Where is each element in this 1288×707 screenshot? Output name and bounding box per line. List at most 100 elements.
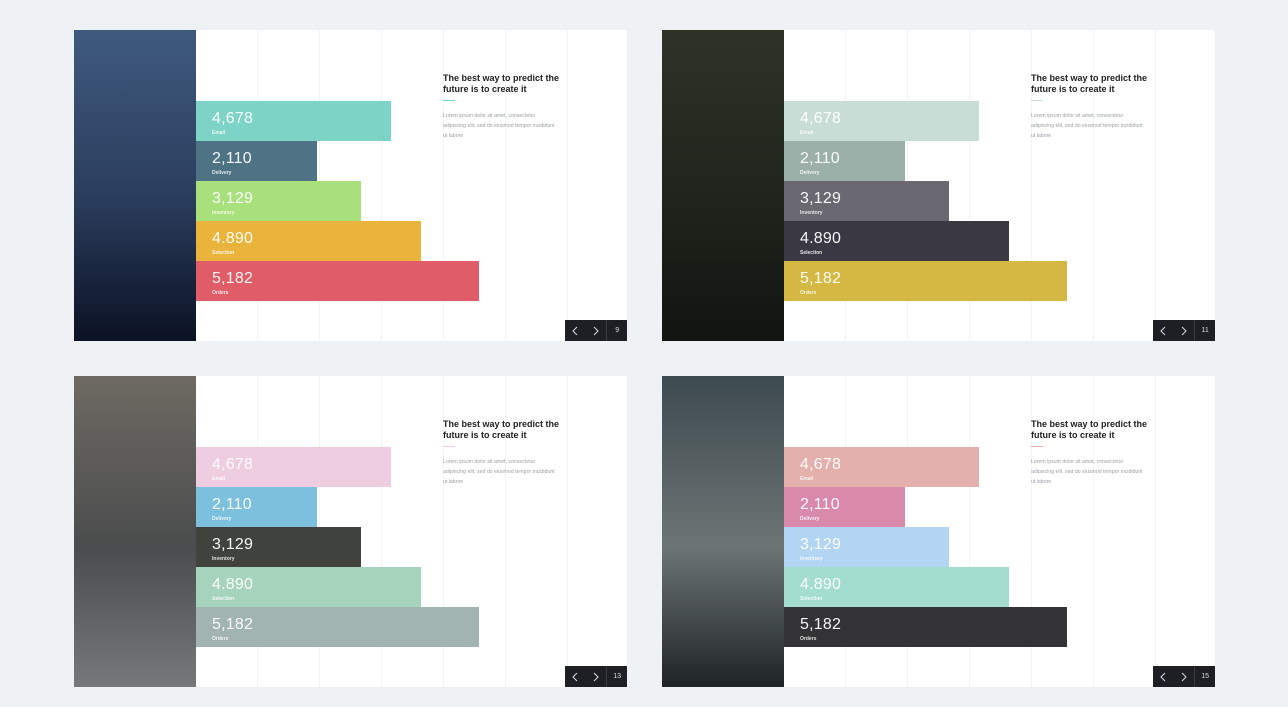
chart-bar: 5,182 Orders (196, 607, 479, 647)
bar-label: Delivery (212, 516, 232, 522)
bar-label: Delivery (800, 516, 820, 522)
slide-body-text: Lorem ipsum dolor sit amet, consectetur … (1031, 113, 1143, 139)
bar-label: Inventory (212, 556, 235, 562)
chevron-left-icon (572, 326, 578, 335)
page-number: 9 (606, 320, 627, 341)
chevron-left-icon (1160, 672, 1166, 681)
chevron-right-icon (1181, 326, 1187, 335)
slide-card[interactable]: 4,678 Email 2,110 Delivery 3,129 Inventory 4.8… (74, 376, 627, 687)
heading-underline (1031, 446, 1043, 447)
slide-card[interactable]: 4,678 Email 2,110 Delivery 3,129 Inventory 4.8… (662, 376, 1215, 687)
slide-pager: 13 (565, 666, 627, 687)
heading-underline (443, 446, 455, 447)
bar-value: 4,678 (800, 456, 842, 473)
bar-label: Orders (212, 290, 229, 296)
bar-chart: 4,678 Email 2,110 Delivery 3,129 Inventory 4.8… (196, 447, 479, 647)
slide-card[interactable]: 4,678 Email 2,110 Delivery 3,129 Inventory 4.8… (74, 30, 627, 341)
bar-value: 3,129 (800, 190, 842, 207)
bar-label: Orders (800, 290, 817, 296)
slide-heading: The best way to predict the future is to… (1031, 419, 1148, 440)
bar-label: Orders (212, 636, 229, 642)
heading-underline (443, 100, 455, 101)
next-button[interactable] (1174, 320, 1195, 341)
slide-photo (662, 30, 784, 341)
chevron-right-icon (593, 672, 599, 681)
bar-value: 3,129 (212, 190, 254, 207)
slide-heading: The best way to predict the future is to… (443, 73, 560, 94)
chart-bar: 3,129 Inventory (784, 181, 949, 221)
chart-bar: 2,110 Delivery (196, 141, 317, 181)
bar-label: Delivery (800, 170, 820, 176)
slide-pager: 15 (1153, 666, 1215, 687)
chart-bar: 4.890 Selection (784, 221, 1009, 261)
chart-bar: 2,110 Delivery (784, 487, 905, 527)
chart-bar: 4.890 Selection (196, 221, 421, 261)
chart-bar: 4,678 Email (784, 101, 979, 141)
bar-value: 5,182 (212, 270, 254, 287)
slide-photo (74, 30, 196, 341)
slide-body-text: Lorem ipsum dolor sit amet, consectetur … (443, 113, 555, 139)
bar-label: Email (212, 476, 226, 482)
chart-bar: 4.890 Selection (196, 567, 421, 607)
bar-value: 3,129 (212, 536, 254, 553)
chevron-left-icon (1160, 326, 1166, 335)
bar-value: 4,678 (212, 456, 254, 473)
prev-button[interactable] (1153, 666, 1174, 687)
chart-bar: 5,182 Orders (784, 261, 1067, 301)
bar-value: 2,110 (212, 150, 252, 167)
next-button[interactable] (1174, 666, 1195, 687)
slide-photo (662, 376, 784, 687)
chart-bar: 3,129 Inventory (784, 527, 949, 567)
prev-button[interactable] (565, 666, 586, 687)
next-button[interactable] (586, 666, 607, 687)
bar-value: 2,110 (212, 496, 252, 513)
bar-label: Inventory (800, 210, 823, 216)
page-number: 13 (606, 666, 627, 687)
chart-bar: 4.890 Selection (784, 567, 1009, 607)
bar-label: Email (212, 130, 226, 136)
slide-body-text: Lorem ipsum dolor sit amet, consectetur … (443, 459, 555, 485)
next-button[interactable] (586, 320, 607, 341)
bar-label: Delivery (212, 170, 232, 176)
bar-value: 2,110 (800, 150, 840, 167)
bar-label: Selection (800, 596, 823, 602)
slide-pager: 11 (1153, 320, 1215, 341)
bar-value: 2,110 (800, 496, 840, 513)
chart-bar: 4,678 Email (784, 447, 979, 487)
chart-bar: 2,110 Delivery (784, 141, 905, 181)
page-number: 11 (1194, 320, 1215, 341)
chevron-left-icon (572, 672, 578, 681)
prev-button[interactable] (565, 320, 586, 341)
chart-bar: 3,129 Inventory (196, 181, 361, 221)
chart-bar: 3,129 Inventory (196, 527, 361, 567)
chart-bar: 2,110 Delivery (196, 487, 317, 527)
bar-value: 3,129 (800, 536, 842, 553)
bar-value: 4.890 (800, 576, 842, 593)
bar-chart: 4,678 Email 2,110 Delivery 3,129 Inventory 4.8… (784, 101, 1067, 301)
bar-label: Inventory (800, 556, 823, 562)
chevron-right-icon (1181, 672, 1187, 681)
chart-bar: 5,182 Orders (784, 607, 1067, 647)
bar-value: 4,678 (212, 110, 254, 127)
bar-chart: 4,678 Email 2,110 Delivery 3,129 Inventory 4.8… (784, 447, 1067, 647)
bar-value: 4.890 (800, 230, 842, 247)
bar-label: Email (800, 476, 814, 482)
slide-pager: 9 (565, 320, 627, 341)
bar-label: Selection (800, 250, 823, 256)
page-number: 15 (1194, 666, 1215, 687)
bar-label: Selection (212, 250, 235, 256)
chart-bar: 4,678 Email (196, 101, 391, 141)
bar-label: Inventory (212, 210, 235, 216)
prev-button[interactable] (1153, 320, 1174, 341)
bar-value: 4.890 (212, 230, 254, 247)
bar-value: 4,678 (800, 110, 842, 127)
slide-heading: The best way to predict the future is to… (1031, 73, 1148, 94)
bar-chart: 4,678 Email 2,110 Delivery 3,129 Inventory 4.8… (196, 101, 479, 301)
slide-card[interactable]: 4,678 Email 2,110 Delivery 3,129 Inventory 4.8… (662, 30, 1215, 341)
chart-bar: 4,678 Email (196, 447, 391, 487)
bar-label: Email (800, 130, 814, 136)
heading-underline (1031, 100, 1043, 101)
bar-value: 5,182 (800, 616, 842, 633)
bar-label: Orders (800, 636, 817, 642)
slide-heading: The best way to predict the future is to… (443, 419, 560, 440)
